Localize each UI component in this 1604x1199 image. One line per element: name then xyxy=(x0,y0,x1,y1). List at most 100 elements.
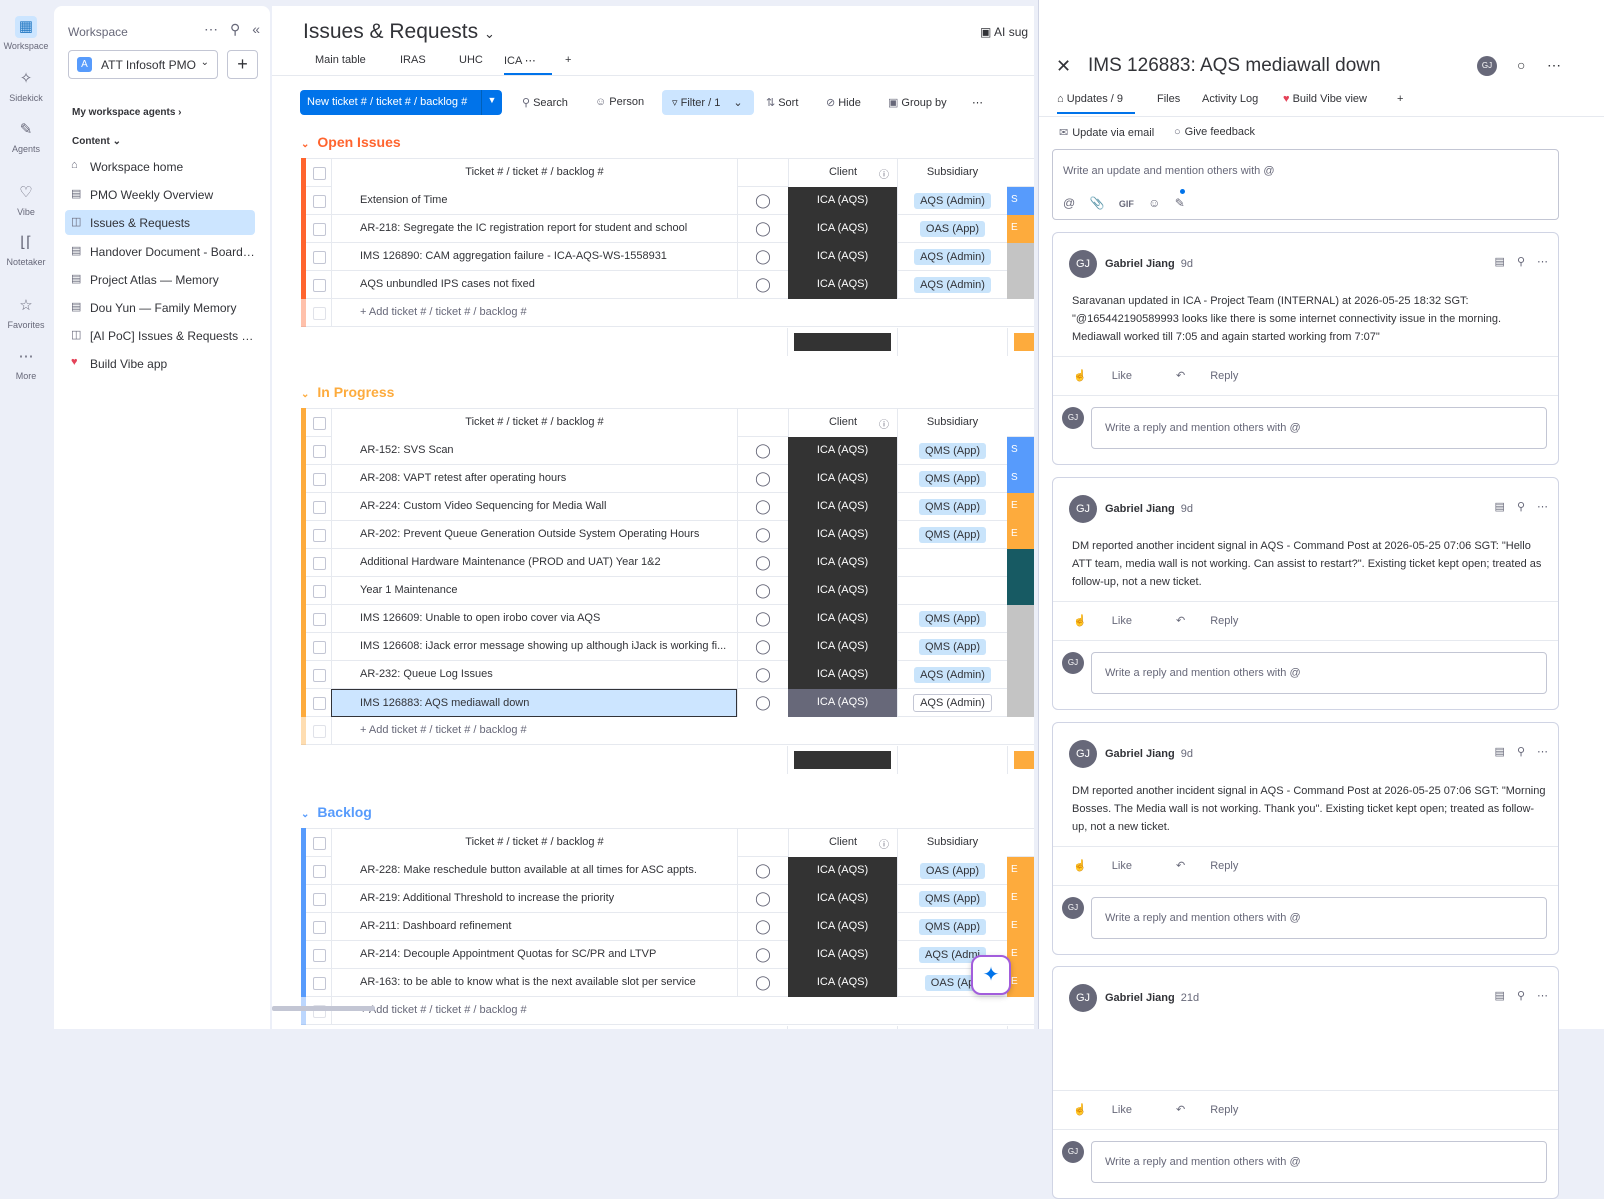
row-checkbox[interactable] xyxy=(313,223,326,236)
table-row[interactable]: AR-163: to be able to know what is the n… xyxy=(301,968,1034,997)
add-ticket-link[interactable]: + Add ticket # / ticket # / backlog # xyxy=(331,717,737,745)
column-header-subsidiary[interactable]: Subsidiary xyxy=(897,159,1007,187)
ticket-name[interactable]: AR-232: Queue Log Issues xyxy=(331,661,737,689)
avatar[interactable]: GJ xyxy=(1477,56,1497,76)
status-cell[interactable] xyxy=(1007,549,1034,577)
add-update-icon[interactable]: ◯ xyxy=(737,187,788,215)
filter-button[interactable]: ▿ Filter / 1 ⌄ xyxy=(662,90,754,115)
person-filter-button[interactable]: ☺ Person xyxy=(595,96,644,108)
subsidiary-cell[interactable]: OAS (App) xyxy=(897,857,1007,885)
row-checkbox[interactable] xyxy=(313,669,326,682)
status-cell[interactable]: E xyxy=(1007,857,1034,885)
sidebar-item-project-atlas[interactable]: ▤ Project Atlas — Memory xyxy=(65,267,255,292)
ticket-name[interactable]: AR-228: Make reschedule button available… xyxy=(331,857,737,885)
ticket-name[interactable]: IMS 126609: Unable to open irobo cover v… xyxy=(331,605,737,633)
sidebar-item-workspace-home[interactable]: ⌂ Workspace home xyxy=(65,154,255,179)
update-author[interactable]: Gabriel Jiang 21d xyxy=(1105,992,1199,1004)
add-update-icon[interactable]: ◯ xyxy=(737,521,788,549)
horizontal-scrollbar[interactable] xyxy=(272,1006,375,1011)
ticket-name[interactable]: Year 1 Maintenance xyxy=(331,577,737,605)
subsidiary-cell[interactable]: QMS (App) xyxy=(897,493,1007,521)
add-update-icon[interactable]: ◯ xyxy=(737,215,788,243)
my-workspace-agents[interactable]: My workspace agents › xyxy=(72,107,182,118)
tab-ica[interactable]: ICA ⋯ xyxy=(504,54,552,75)
add-update-icon[interactable]: ◯ xyxy=(737,913,788,941)
more-icon[interactable]: ⋯ xyxy=(1537,990,1548,1002)
ticket-name[interactable]: AR-214: Decouple Appointment Quotas for … xyxy=(331,941,737,969)
table-row[interactable]: AR-228: Make reschedule button available… xyxy=(301,856,1034,885)
subsidiary-cell[interactable]: QMS (App) xyxy=(897,633,1007,661)
workspace-select[interactable]: A ATT Infosoft PMO ⌄ xyxy=(68,50,218,79)
table-row[interactable]: AR-224: Custom Video Sequencing for Medi… xyxy=(301,492,1034,521)
add-update-icon[interactable]: ◯ xyxy=(737,633,788,661)
avatar[interactable]: GJ xyxy=(1069,495,1097,523)
give-feedback-link[interactable]: ○ Give feedback xyxy=(1174,126,1255,138)
edit-icon[interactable]: ▤ xyxy=(1495,746,1505,758)
row-checkbox[interactable] xyxy=(313,251,326,264)
row-checkbox[interactable] xyxy=(313,473,326,486)
edit-icon[interactable]: ▤ xyxy=(1495,990,1505,1002)
add-update-icon[interactable]: ◯ xyxy=(737,243,788,271)
subsidiary-cell[interactable]: OAS (App) xyxy=(897,215,1007,243)
status-cell[interactable]: E xyxy=(1007,215,1034,243)
attach-icon[interactable]: 📎 xyxy=(1090,196,1105,210)
client-cell[interactable]: ICA (AQS) xyxy=(788,437,897,465)
client-cell[interactable]: ICA (AQS) xyxy=(788,549,897,577)
status-cell[interactable]: S xyxy=(1007,465,1034,493)
update-author[interactable]: Gabriel Jiang 9d xyxy=(1105,748,1193,760)
status-cell[interactable]: S xyxy=(1007,187,1034,215)
status-cell[interactable] xyxy=(1007,243,1034,271)
table-row[interactable]: Year 1 Maintenance ◯ ICA (AQS) xyxy=(301,576,1034,605)
panel-title[interactable]: IMS 126883: AQS mediawall down xyxy=(1088,55,1381,77)
rail-notetaker[interactable]: ⌊⌈ Notetaker xyxy=(0,232,52,267)
rail-vibe[interactable]: ♡ Vibe xyxy=(0,182,52,217)
chevron-down-icon[interactable]: ⌄ xyxy=(301,389,309,400)
add-workspace-button[interactable]: + xyxy=(227,50,258,79)
client-cell[interactable]: ICA (AQS) xyxy=(788,969,897,997)
add-view-button[interactable]: + xyxy=(565,54,571,66)
client-cell[interactable]: ICA (AQS) xyxy=(788,465,897,493)
table-row[interactable]: IMS 126609: Unable to open irobo cover v… xyxy=(301,604,1034,633)
pin-icon[interactable]: ⚲ xyxy=(1517,990,1525,1002)
magic-icon[interactable]: ✎ xyxy=(1175,196,1185,210)
update-via-email-link[interactable]: ✉ Update via email xyxy=(1059,126,1154,139)
ticket-name[interactable]: IMS 126883: AQS mediawall down xyxy=(331,689,737,717)
subsidiary-cell[interactable]: AQS (Admin) xyxy=(897,187,1007,215)
ai-sidekick-button[interactable]: ✦ xyxy=(971,955,1011,995)
subsidiary-cell[interactable]: AQS (Admin) xyxy=(897,271,1007,299)
tab-activity-log[interactable]: Activity Log xyxy=(1202,93,1258,105)
chevron-down-icon[interactable]: ⌄ xyxy=(301,139,309,150)
client-cell[interactable]: ICA (AQS) xyxy=(788,661,897,689)
close-icon[interactable]: ✕ xyxy=(1056,56,1071,77)
status-cell[interactable] xyxy=(1007,271,1034,299)
column-header-client[interactable]: Client ⓘ xyxy=(788,829,897,857)
client-cell[interactable]: ICA (AQS) xyxy=(788,941,897,969)
table-row[interactable]: AQS unbundled IPS cases not fixed ◯ ICA … xyxy=(301,270,1034,299)
add-tab-button[interactable]: + xyxy=(1397,93,1403,105)
ticket-name[interactable]: AR-202: Prevent Queue Generation Outside… xyxy=(331,521,737,549)
row-checkbox[interactable] xyxy=(313,195,326,208)
subsidiary-cell[interactable]: QMS (App) xyxy=(897,465,1007,493)
ticket-name[interactable]: AQS unbundled IPS cases not fixed xyxy=(331,271,737,299)
table-row[interactable]: IMS 126608: iJack error message showing … xyxy=(301,632,1034,661)
rail-more[interactable]: ⋯ More xyxy=(0,346,52,381)
reply-input[interactable]: Write a reply and mention others with @ xyxy=(1091,897,1547,939)
select-all-checkbox[interactable] xyxy=(313,417,326,430)
status-cell[interactable]: S xyxy=(1007,437,1034,465)
client-cell[interactable]: ICA (AQS) xyxy=(788,913,897,941)
add-update-icon[interactable]: ◯ xyxy=(737,549,788,577)
edit-icon[interactable]: ▤ xyxy=(1495,501,1505,513)
search-icon[interactable]: ⚲ xyxy=(230,21,240,37)
tab-updates[interactable]: ⌂ Updates / 9 xyxy=(1057,93,1135,114)
subsidiary-cell[interactable]: QMS (App) xyxy=(897,605,1007,633)
add-update-icon[interactable]: ◯ xyxy=(737,605,788,633)
ticket-name[interactable]: IMS 126890: CAM aggregation failure - IC… xyxy=(331,243,737,271)
rail-sidekick[interactable]: ✧ Sidekick xyxy=(0,68,52,103)
like-button[interactable]: ☝ Like xyxy=(1073,370,1154,382)
status-cell[interactable] xyxy=(1007,689,1034,717)
status-cell[interactable]: E xyxy=(1007,493,1034,521)
like-button[interactable]: ☝ Like xyxy=(1073,1104,1154,1116)
column-header-client[interactable]: Client ⓘ xyxy=(788,159,897,187)
subsidiary-cell[interactable]: QMS (App) xyxy=(897,437,1007,465)
ticket-name[interactable]: AR-218: Segregate the IC registration re… xyxy=(331,215,737,243)
